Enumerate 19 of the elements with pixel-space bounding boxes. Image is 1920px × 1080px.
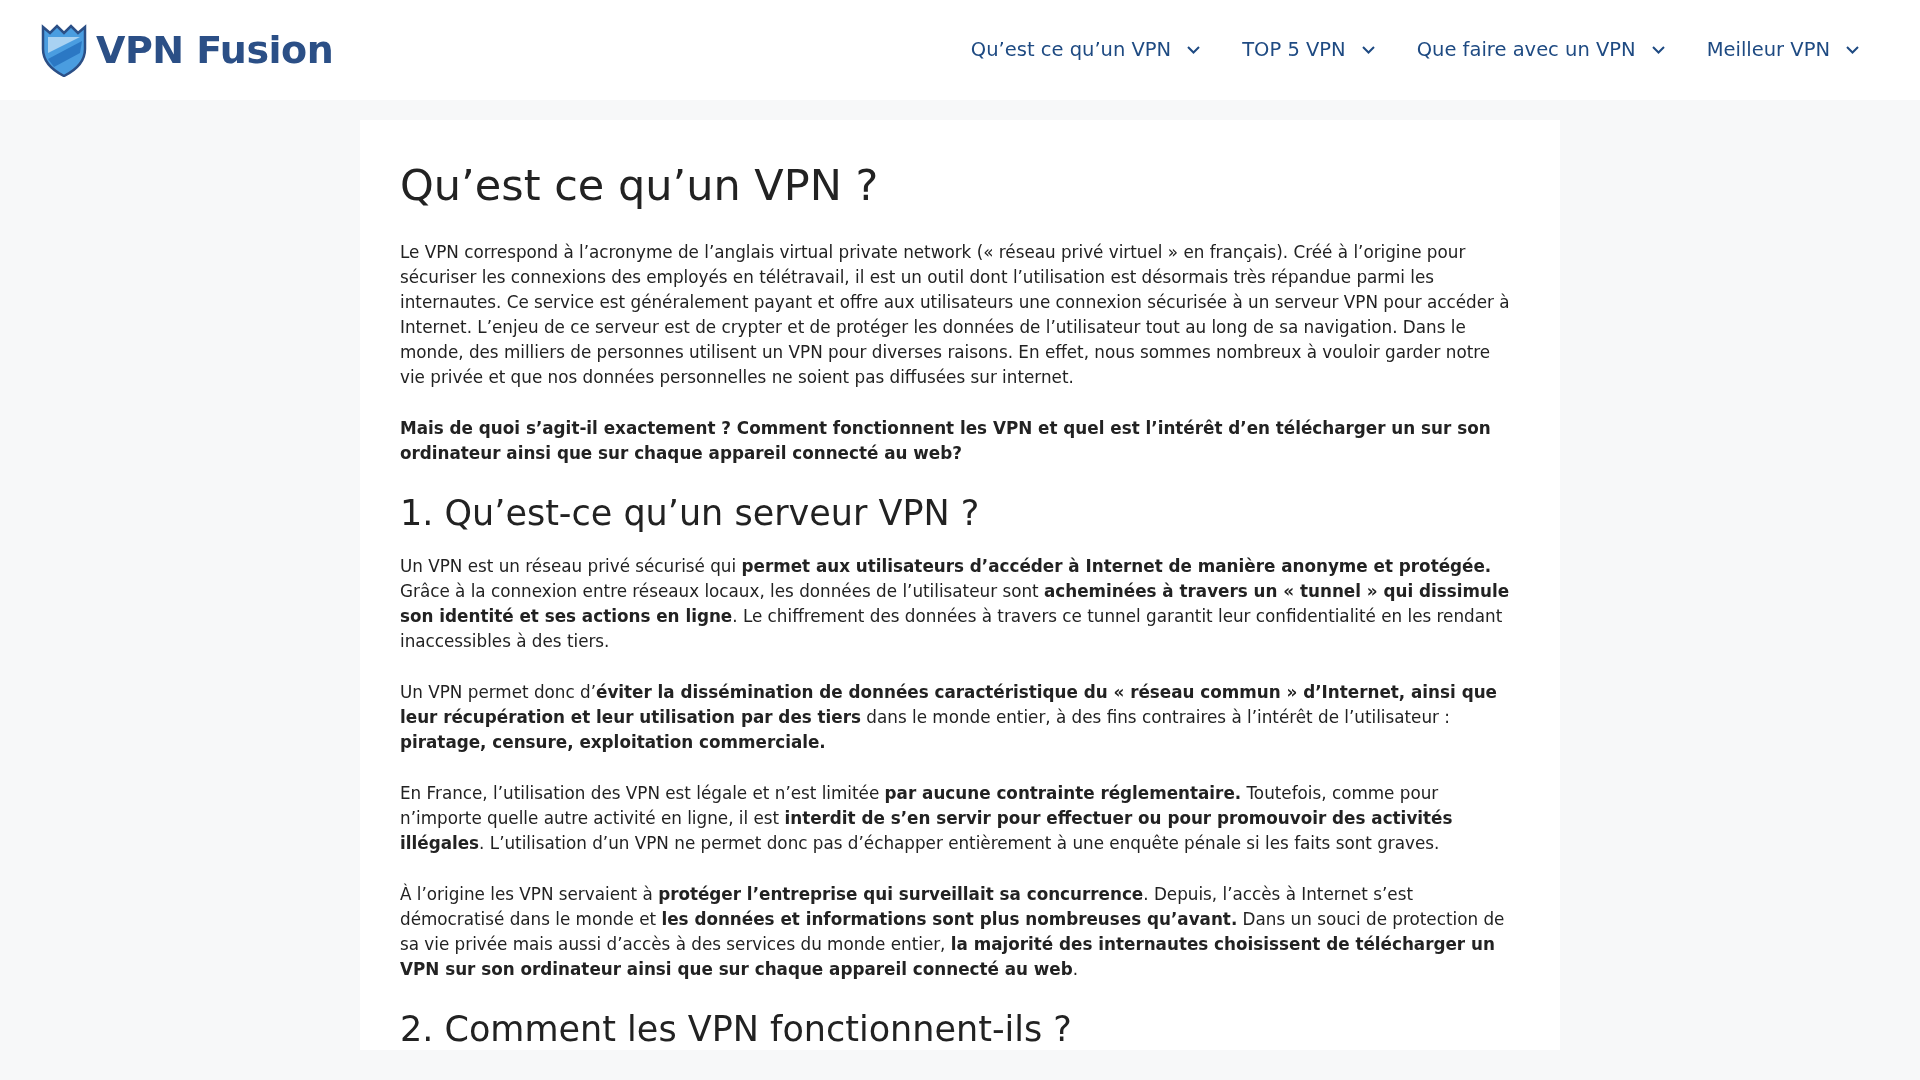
chevron-down-icon [1651, 46, 1665, 54]
paragraph: En France, l’utilisation des VPN est légale et n’est limitée par aucune contrainte réglementaire. Toutefois, comme pour n’importe quelle autre activité en ligne, il est interdit de s’en servir pour effectuer ou pour promouvoir des activités illégales. L’utilisation d’un VPN ne permet donc pas d’échapper entièrement à une enquête pénale si les faits sont graves. [400, 781, 1454, 855]
section-heading: 1. Qu’est-ce qu’un serveur VPN ? [400, 491, 981, 534]
chevron-down-icon [1846, 46, 1859, 54]
logo-text[interactable]: VPN Fusion [96, 21, 334, 79]
chevron-down-icon [1361, 46, 1375, 54]
paragraph: Le VPN correspond à l’acronyme de l’anglais virtual private network (« réseau privé virtuel » en français). Créé à l’origine pour sécuriser les connexions des employés en télétravail, il est un outil dont l’utilisation est désormais très répandue parmi les internautes. Ce service est généralement payant et offre aux utilisateurs une connexion sécurisée à un serveur VPN pour accéder à Internet. L’enjeu de ce serveur est de crypter et de protéger les données de l’utilisateur tout au long de sa navigation. Dans le monde, des milliers de personnes utilisent un VPN pour diverses raisons. En effet, nous sommes nombreux à vouloir garder notre vie privée et que nos données personnelles ne soient pas diffusées sur internet. [400, 240, 1511, 389]
paragraph: Un VPN permet donc d’éviter la dissémination de données caractéristique du « réseau commun » d’Internet, ainsi que leur récupération et leur utilisation par des tiers dans le monde entier, à des fins contraires à l’intérêt de l’utilisateur : piratage, censure, exploitation commerciale. [400, 680, 1498, 754]
paragraph: Un VPN est un réseau privé sécurisé qui permet aux utilisateurs d’accéder à Internet de manière anonyme et protégée. Grâce à la connexion entre réseaux locaux, les données de l’utilisateur sont acheminées à travers un « tunnel » qui dissimule son identité et ses actions en ligne. Le chiffrement des données à travers ce tunnel garantit leur confidentialité en les rendant inaccessibles à des tiers. [400, 554, 1511, 653]
shield-logo-icon [40, 23, 88, 77]
nav-menu-item[interactable]: Qu’est ce qu’un VPN [949, 35, 1222, 65]
nav-menu-item[interactable]: Meilleur VPN [1685, 35, 1880, 65]
section-heading: 2. Comment les VPN fonctionnent-ils ? [400, 1007, 1073, 1050]
paragraph: Mais de quoi s’agit-il exactement ? Comment fonctionnent les VPN et quel est l’intérêt d’en télécharger un sur son ordinateur ainsi que sur chaque appareil connecté au web? [400, 416, 1492, 465]
paragraph: À l’origine les VPN servaient à protéger l’entreprise qui surveillait sa concurrence. Depuis, l’accès à Internet s’est démocratisé dans le monde et les données et informations sont plus nombreuses qu’avant. Dans un souci de protection de sa vie privée mais aussi d’accès à des services du monde entier, la majorité des internautes choisissent de télécharger un VPN sur son ordinateur ainsi que sur chaque appareil connecté au web. [400, 882, 1506, 981]
nav-menu-item[interactable]: TOP 5 VPN [1221, 35, 1396, 65]
nav-menu-item[interactable]: Que faire avec un VPN [1395, 35, 1686, 65]
chevron-down-icon [1187, 46, 1201, 54]
page-title: Qu’est ce qu’un VPN ? [400, 160, 880, 212]
